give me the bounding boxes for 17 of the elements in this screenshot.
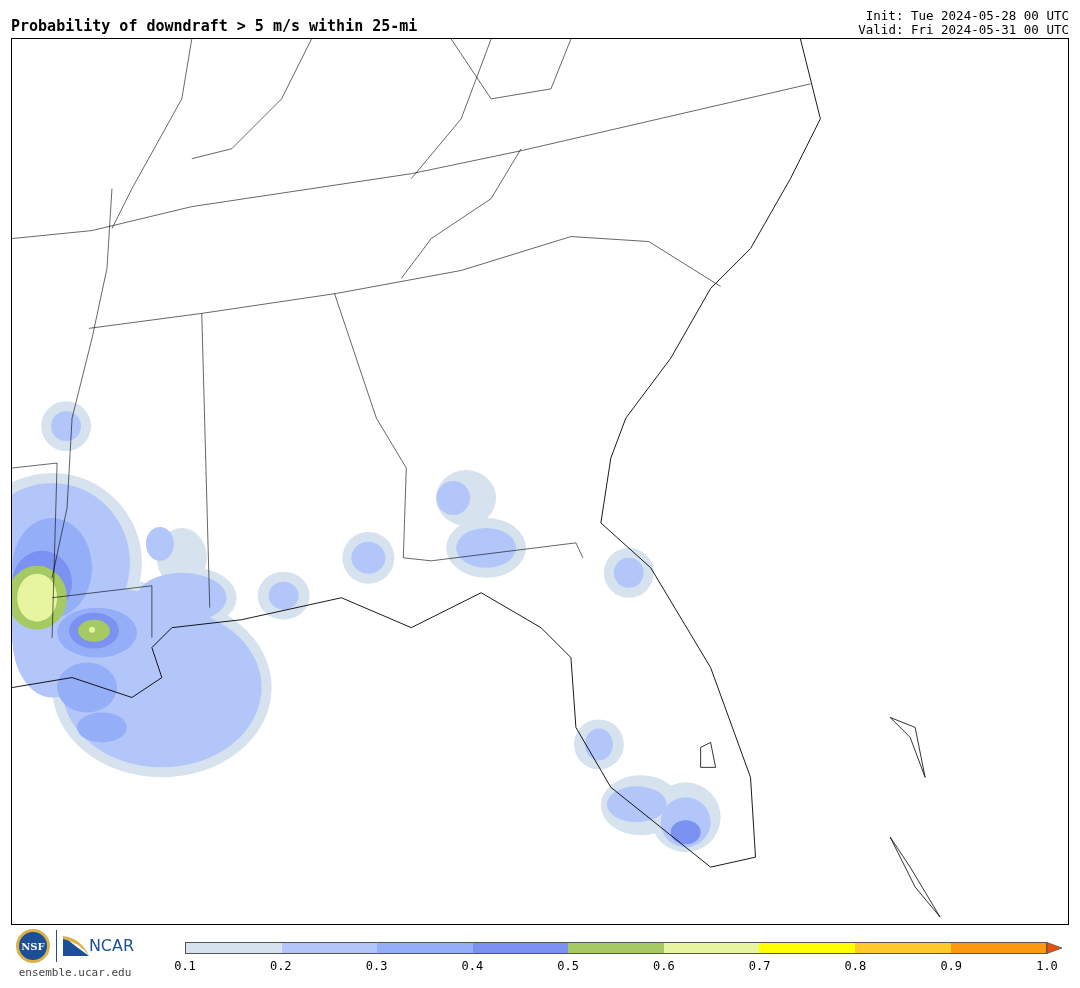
colorbar-tick-label: 1.0 — [1036, 960, 1058, 972]
init-time: Init: Tue 2024-05-28 00 UTC — [865, 9, 1069, 23]
valid-time: Valid: Fri 2024-05-31 00 UTC — [858, 23, 1069, 37]
chart-title: Probability of downdraft > 5 m/s within 25-mi — [11, 19, 418, 37]
colorbar-tick-label: 0.6 — [653, 960, 675, 972]
colorbar-tick-label: 0.9 — [940, 960, 963, 972]
colorbar-tick-label: 0.5 — [557, 960, 579, 972]
colorbar-tick-label: 0.2 — [269, 960, 292, 972]
colorbar-tick-label: 0.1 — [174, 960, 196, 972]
colorbar-tick-label: 0.8 — [844, 960, 867, 972]
colorbar-tick-label: 0.3 — [365, 960, 388, 972]
swoosh-icon — [62, 936, 89, 956]
colorbar-tick-label: 0.4 — [461, 960, 484, 972]
globe-logo: NSF — [15, 929, 50, 963]
site-url: ensemble.ucar.edu — [18, 965, 132, 981]
ncar-logo-text: NCAR — [88, 938, 135, 954]
colorbar-tick-label: 0.7 — [748, 960, 771, 972]
